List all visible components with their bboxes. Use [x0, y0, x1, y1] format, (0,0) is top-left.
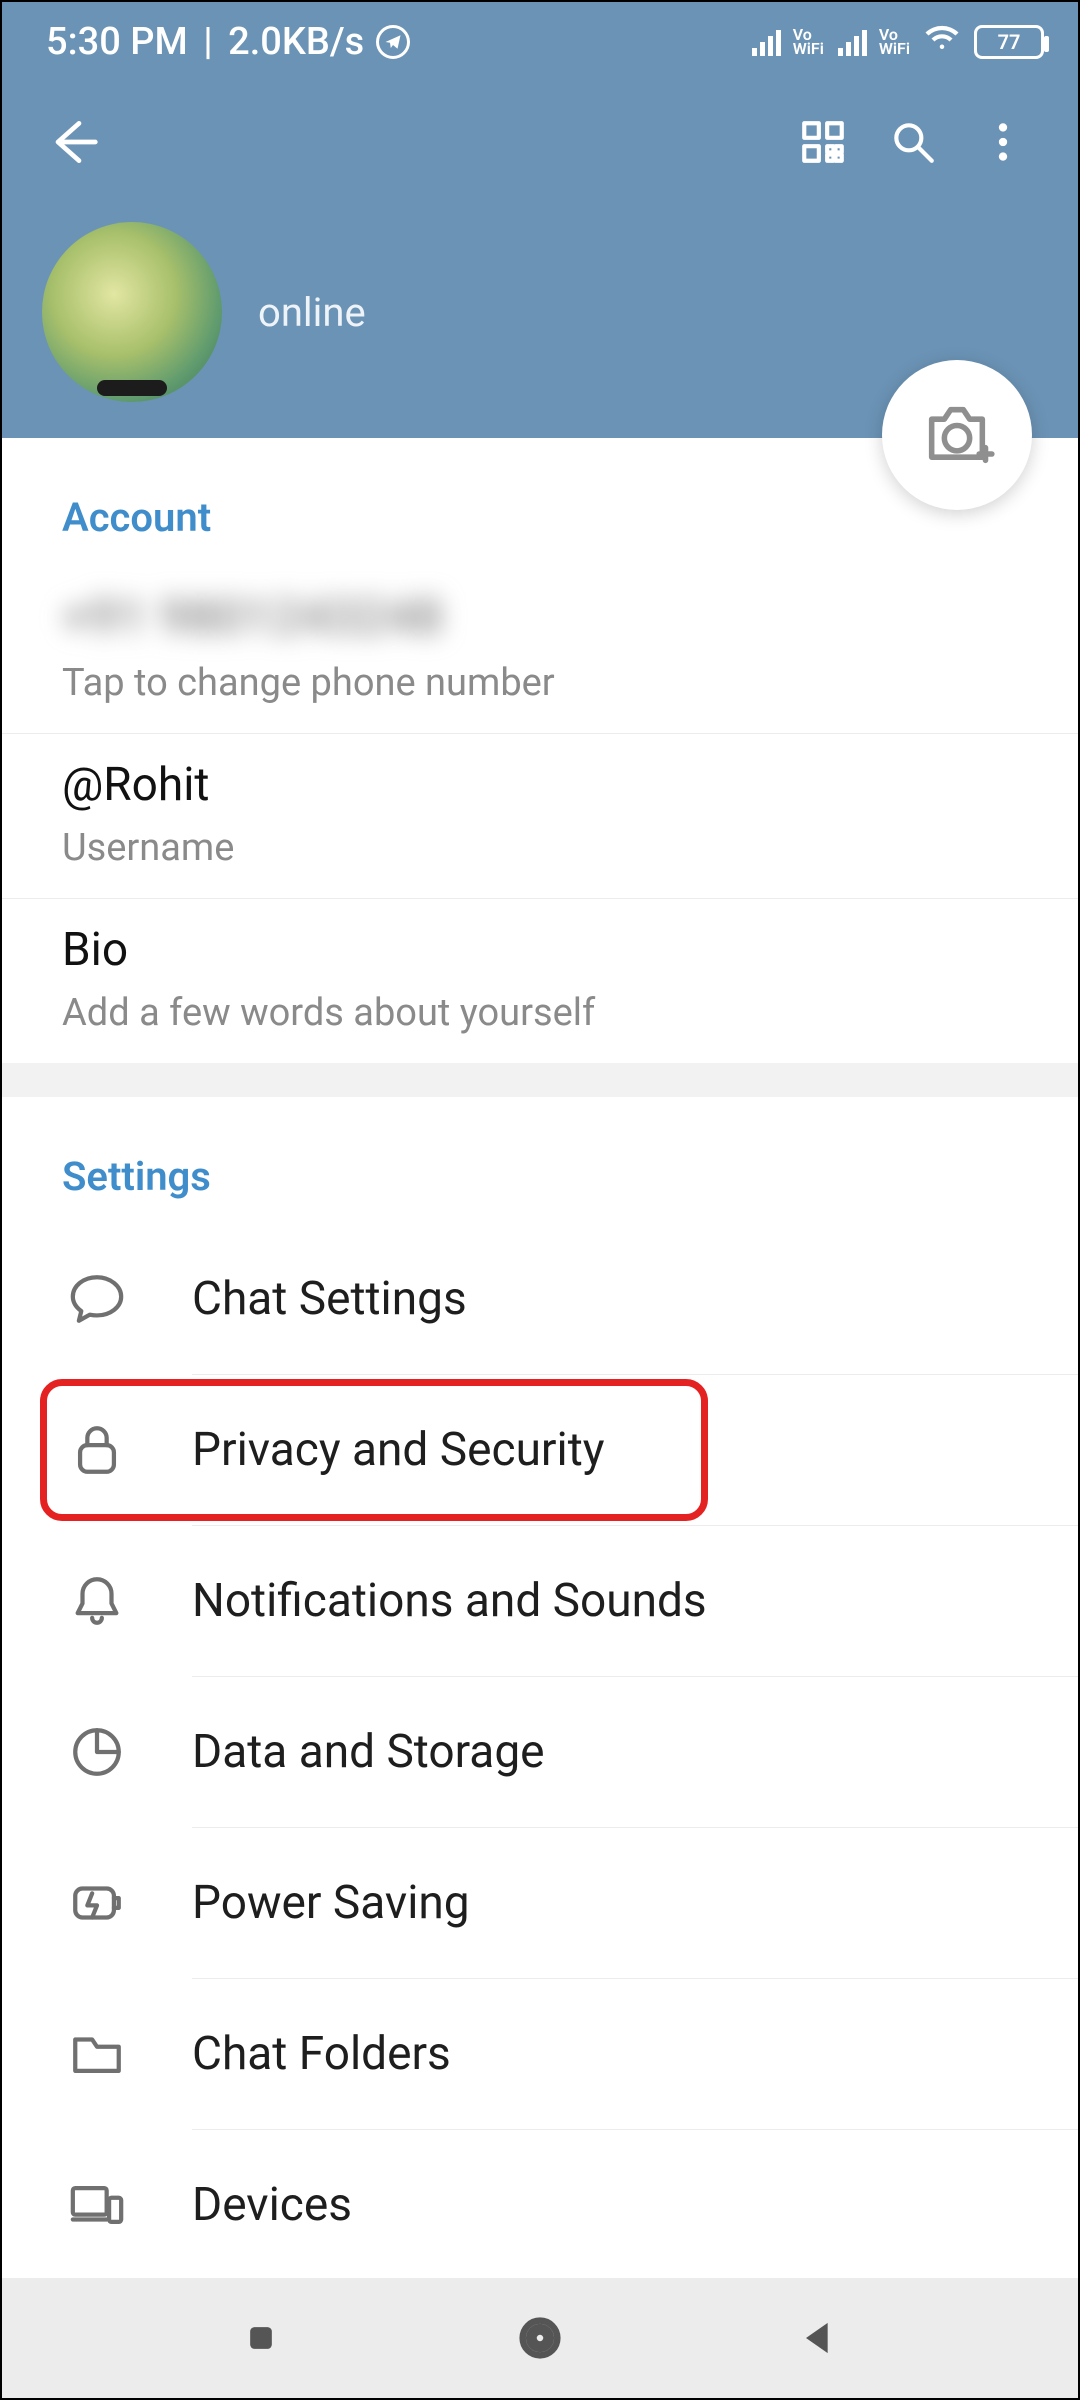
vowifi-label-1: Vo WiFi [793, 28, 824, 56]
account-phone-item[interactable]: +91 9801243248 Tap to change phone numbe… [2, 565, 1078, 734]
username-subtitle: Username [62, 826, 1018, 870]
bolt-icon [62, 1868, 132, 1938]
bell-icon [62, 1566, 132, 1636]
settings-item-data-storage[interactable]: Data and Storage [2, 1677, 1078, 1827]
settings-item-privacy-security[interactable]: Privacy and Security [2, 1375, 1078, 1525]
status-right: Vo WiFi Vo WiFi 77 [752, 19, 1044, 65]
avatar[interactable] [42, 222, 222, 402]
settings-item-label: Chat Folders [192, 2027, 451, 2081]
phone-number-subtitle: Tap to change phone number [62, 661, 1018, 705]
back-button[interactable] [32, 102, 112, 182]
change-photo-button[interactable] [882, 360, 1032, 510]
battery-indicator: 77 [974, 25, 1044, 59]
settings-section-header: Settings [2, 1097, 1078, 1224]
wifi-icon [924, 19, 960, 65]
account-bio-item[interactable]: Bio Add a few words about yourself [2, 899, 1078, 1063]
status-bar: 5:30 PM | 2.0KB/s Vo WiFi Vo WiFi 77 [2, 2, 1078, 82]
toolbar [2, 82, 1078, 202]
settings-item-chat-settings[interactable]: Chat Settings [2, 1224, 1078, 1374]
more-options-button[interactable] [958, 97, 1048, 187]
status-left: 5:30 PM | 2.0KB/s [46, 20, 410, 64]
content-scroll[interactable]: Account +91 9801243248 Tap to change pho… [2, 438, 1078, 2278]
nav-back-button[interactable] [769, 2288, 869, 2388]
section-divider [2, 1063, 1078, 1097]
status-time: 5:30 PM [46, 20, 188, 64]
signal-bars-icon [752, 28, 781, 56]
online-status: online [258, 289, 366, 336]
settings-item-power-saving[interactable]: Power Saving [2, 1828, 1078, 1978]
settings-item-label: Power Saving [192, 1876, 470, 1930]
lock-icon [62, 1415, 132, 1485]
qr-code-button[interactable] [778, 97, 868, 187]
telegram-indicator-icon [376, 25, 410, 59]
bio-subtitle: Add a few words about yourself [62, 991, 1018, 1035]
settings-item-label: Devices [192, 2178, 352, 2232]
settings-item-label: Data and Storage [192, 1725, 545, 1779]
pie-icon [62, 1717, 132, 1787]
account-username-item[interactable]: @Rohit Username [2, 734, 1078, 899]
phone-number-value: +91 9801243248 [62, 589, 1018, 647]
search-button[interactable] [868, 97, 958, 187]
devices-icon [62, 2170, 132, 2240]
chat-icon [62, 1264, 132, 1334]
settings-item-label: Chat Settings [192, 1272, 467, 1326]
settings-list: Chat Settings Privacy and Security Notif… [2, 1224, 1078, 2278]
vowifi-label-2: Vo WiFi [879, 28, 910, 56]
system-nav-bar [2, 2278, 1078, 2398]
nav-home-button[interactable] [490, 2288, 590, 2388]
settings-item-notifications[interactable]: Notifications and Sounds [2, 1526, 1078, 1676]
settings-item-label: Notifications and Sounds [192, 1574, 707, 1628]
bio-value: Bio [62, 923, 1018, 977]
status-sep: | [194, 20, 222, 64]
settings-item-devices[interactable]: Devices [2, 2130, 1078, 2278]
battery-percent: 77 [998, 30, 1021, 54]
settings-item-label: Privacy and Security [192, 1423, 605, 1477]
settings-item-chat-folders[interactable]: Chat Folders [2, 1979, 1078, 2129]
signal-bars-icon-2 [838, 28, 867, 56]
folder-icon [62, 2019, 132, 2089]
nav-recents-button[interactable] [211, 2288, 311, 2388]
status-net-speed: 2.0KB/s [228, 20, 364, 64]
profile-header: online [2, 82, 1078, 438]
username-value: @Rohit [62, 758, 1018, 812]
